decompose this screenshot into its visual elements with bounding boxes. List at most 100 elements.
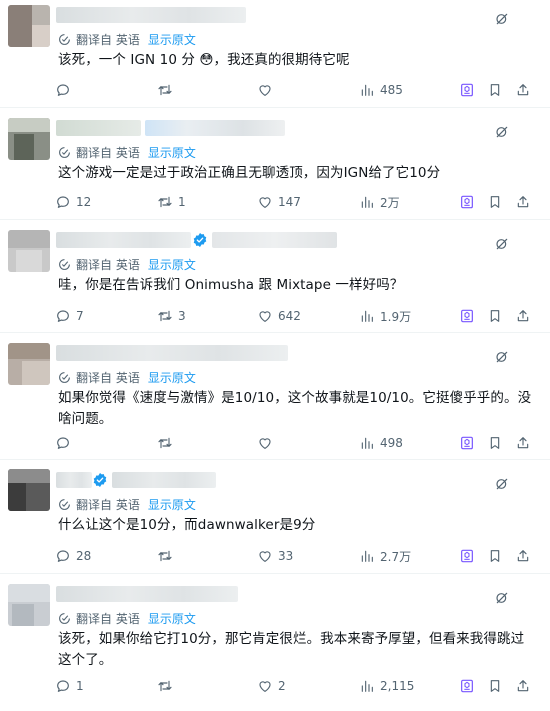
views-button[interactable]: 2万: [359, 192, 400, 212]
grok-icon: [459, 82, 475, 98]
grok-button[interactable]: [459, 676, 475, 696]
author-handle-redacted[interactable]: [212, 232, 337, 248]
avatar[interactable]: [8, 230, 50, 272]
reply-button[interactable]: [55, 433, 76, 453]
bookmark-button[interactable]: [487, 546, 503, 566]
reply-button[interactable]: [55, 80, 76, 100]
grok-icon[interactable]: [494, 11, 510, 27]
reply-button[interactable]: 28: [55, 546, 91, 566]
author-name-redacted[interactable]: [56, 232, 191, 248]
grok-icon[interactable]: [494, 590, 510, 606]
post-text: 如果你觉得《速度与激情》是10/10，这个故事就是10/10。它挺傻乎乎的。没啥…: [58, 390, 532, 427]
retweet-button[interactable]: [157, 80, 178, 100]
grok-icon: [459, 435, 475, 451]
show-original-link[interactable]: 显示原文: [148, 369, 196, 386]
grok-button[interactable]: [459, 80, 475, 100]
author-name-redacted[interactable]: [56, 120, 141, 136]
author-handle-redacted[interactable]: [112, 472, 216, 488]
reply-post[interactable]: 翻译自 英语 显示原文 什么让这个是10分，而dawnwalker是9分 28 …: [0, 460, 550, 574]
show-original-link[interactable]: 显示原文: [148, 256, 196, 273]
views-button[interactable]: 1.9万: [359, 306, 411, 326]
post-text: 该死，一个 IGN 10 分 😳，我还真的很期待它呢: [58, 52, 350, 68]
retweet-icon: [157, 678, 173, 694]
grok-button[interactable]: [459, 546, 475, 566]
views-button[interactable]: 485: [359, 80, 403, 100]
reply-post[interactable]: 翻译自 英语 显示原文 哇，你是在告诉我们 Onimusha 跟 Mixtape…: [0, 220, 550, 333]
retweet-button[interactable]: [157, 546, 178, 566]
translation-info: 翻译自 英语 显示原文: [58, 609, 196, 627]
like-button[interactable]: 642: [257, 306, 301, 326]
share-button[interactable]: [515, 306, 531, 326]
retweet-button[interactable]: 3: [157, 306, 186, 326]
reply-icon: [55, 548, 71, 564]
share-button[interactable]: [515, 546, 531, 566]
reply-post[interactable]: 翻译自 英语 显示原文 这个游戏一定是过于政治正确且无聊透顶，因为IGN给了它1…: [0, 108, 550, 220]
reply-button[interactable]: 12: [55, 192, 91, 212]
share-icon: [515, 82, 531, 98]
author-name-redacted[interactable]: [56, 586, 238, 602]
author-handle-redacted[interactable]: [145, 120, 285, 136]
grok-icon[interactable]: [494, 236, 510, 252]
reply-icon: [55, 308, 71, 324]
reply-button[interactable]: 1: [55, 676, 84, 696]
bookmark-button[interactable]: [487, 676, 503, 696]
show-original-link[interactable]: 显示原文: [148, 31, 196, 48]
grok-icon: [459, 678, 475, 694]
share-button[interactable]: [515, 192, 531, 212]
retweet-button[interactable]: [157, 433, 178, 453]
author-name-redacted[interactable]: [56, 7, 246, 23]
views-button[interactable]: 498: [359, 433, 403, 453]
avatar[interactable]: [8, 343, 50, 385]
grok-icon[interactable]: [494, 349, 510, 365]
avatar[interactable]: [8, 5, 50, 47]
grok-button[interactable]: [459, 433, 475, 453]
grok-icon[interactable]: [494, 124, 510, 140]
like-button[interactable]: 2: [257, 676, 286, 696]
reply-button[interactable]: 7: [55, 306, 84, 326]
like-button[interactable]: 147: [257, 192, 301, 212]
share-button[interactable]: [515, 80, 531, 100]
share-button[interactable]: [515, 676, 531, 696]
views-button[interactable]: 2.7万: [359, 546, 411, 566]
retweet-button[interactable]: [157, 676, 178, 696]
action-bar: 498: [55, 433, 536, 453]
share-button[interactable]: [515, 433, 531, 453]
reply-post[interactable]: 翻译自 英语 显示原文 如果你觉得《速度与激情》是10/10，这个故事就是10/…: [0, 333, 550, 460]
grok-icon[interactable]: [494, 476, 510, 492]
grok-icon: [459, 194, 475, 210]
author-name-redacted[interactable]: [56, 472, 92, 488]
post-text: 该死，如果你给它打10分，那它肯定很烂。我本来寄予厚望，但看来我得跳过这个了。: [58, 631, 525, 668]
show-original-link[interactable]: 显示原文: [148, 144, 196, 161]
bookmark-icon: [487, 548, 503, 564]
post-text: 这个游戏一定是过于政治正确且无聊透顶，因为IGN给了它10分: [58, 165, 441, 181]
translation-info: 翻译自 英语 显示原文: [58, 30, 196, 48]
show-original-link[interactable]: 显示原文: [148, 610, 196, 627]
translation-info: 翻译自 英语 显示原文: [58, 368, 196, 386]
grok-icon: [459, 548, 475, 564]
like-button[interactable]: 33: [257, 546, 293, 566]
share-icon: [515, 194, 531, 210]
views-icon: [359, 435, 375, 451]
avatar[interactable]: [8, 469, 50, 511]
translate-icon: [58, 612, 71, 625]
reply-post[interactable]: 翻译自 英语 显示原文 该死，如果你给它打10分，那它肯定很烂。我本来寄予厚望，…: [0, 574, 550, 704]
action-bar: 28 33 2.7万: [55, 546, 536, 566]
grok-button[interactable]: [459, 192, 475, 212]
bookmark-button[interactable]: [487, 80, 503, 100]
bookmark-button[interactable]: [487, 306, 503, 326]
views-button[interactable]: 2,115: [359, 676, 414, 696]
translation-info: 翻译自 英语 显示原文: [58, 255, 196, 273]
retweet-button[interactable]: 1: [157, 192, 186, 212]
author-name-redacted[interactable]: [56, 345, 288, 361]
like-button[interactable]: [257, 80, 278, 100]
avatar[interactable]: [8, 118, 50, 160]
show-original-link[interactable]: 显示原文: [148, 496, 196, 513]
bookmark-button[interactable]: [487, 192, 503, 212]
bookmark-button[interactable]: [487, 433, 503, 453]
translated-from-label: 翻译自 英语: [76, 370, 140, 385]
avatar[interactable]: [8, 584, 50, 626]
reply-icon: [55, 82, 71, 98]
reply-post[interactable]: 翻译自 英语 显示原文 该死，一个 IGN 10 分 😳，我还真的很期待它呢 4…: [0, 0, 550, 108]
like-button[interactable]: [257, 433, 278, 453]
grok-button[interactable]: [459, 306, 475, 326]
